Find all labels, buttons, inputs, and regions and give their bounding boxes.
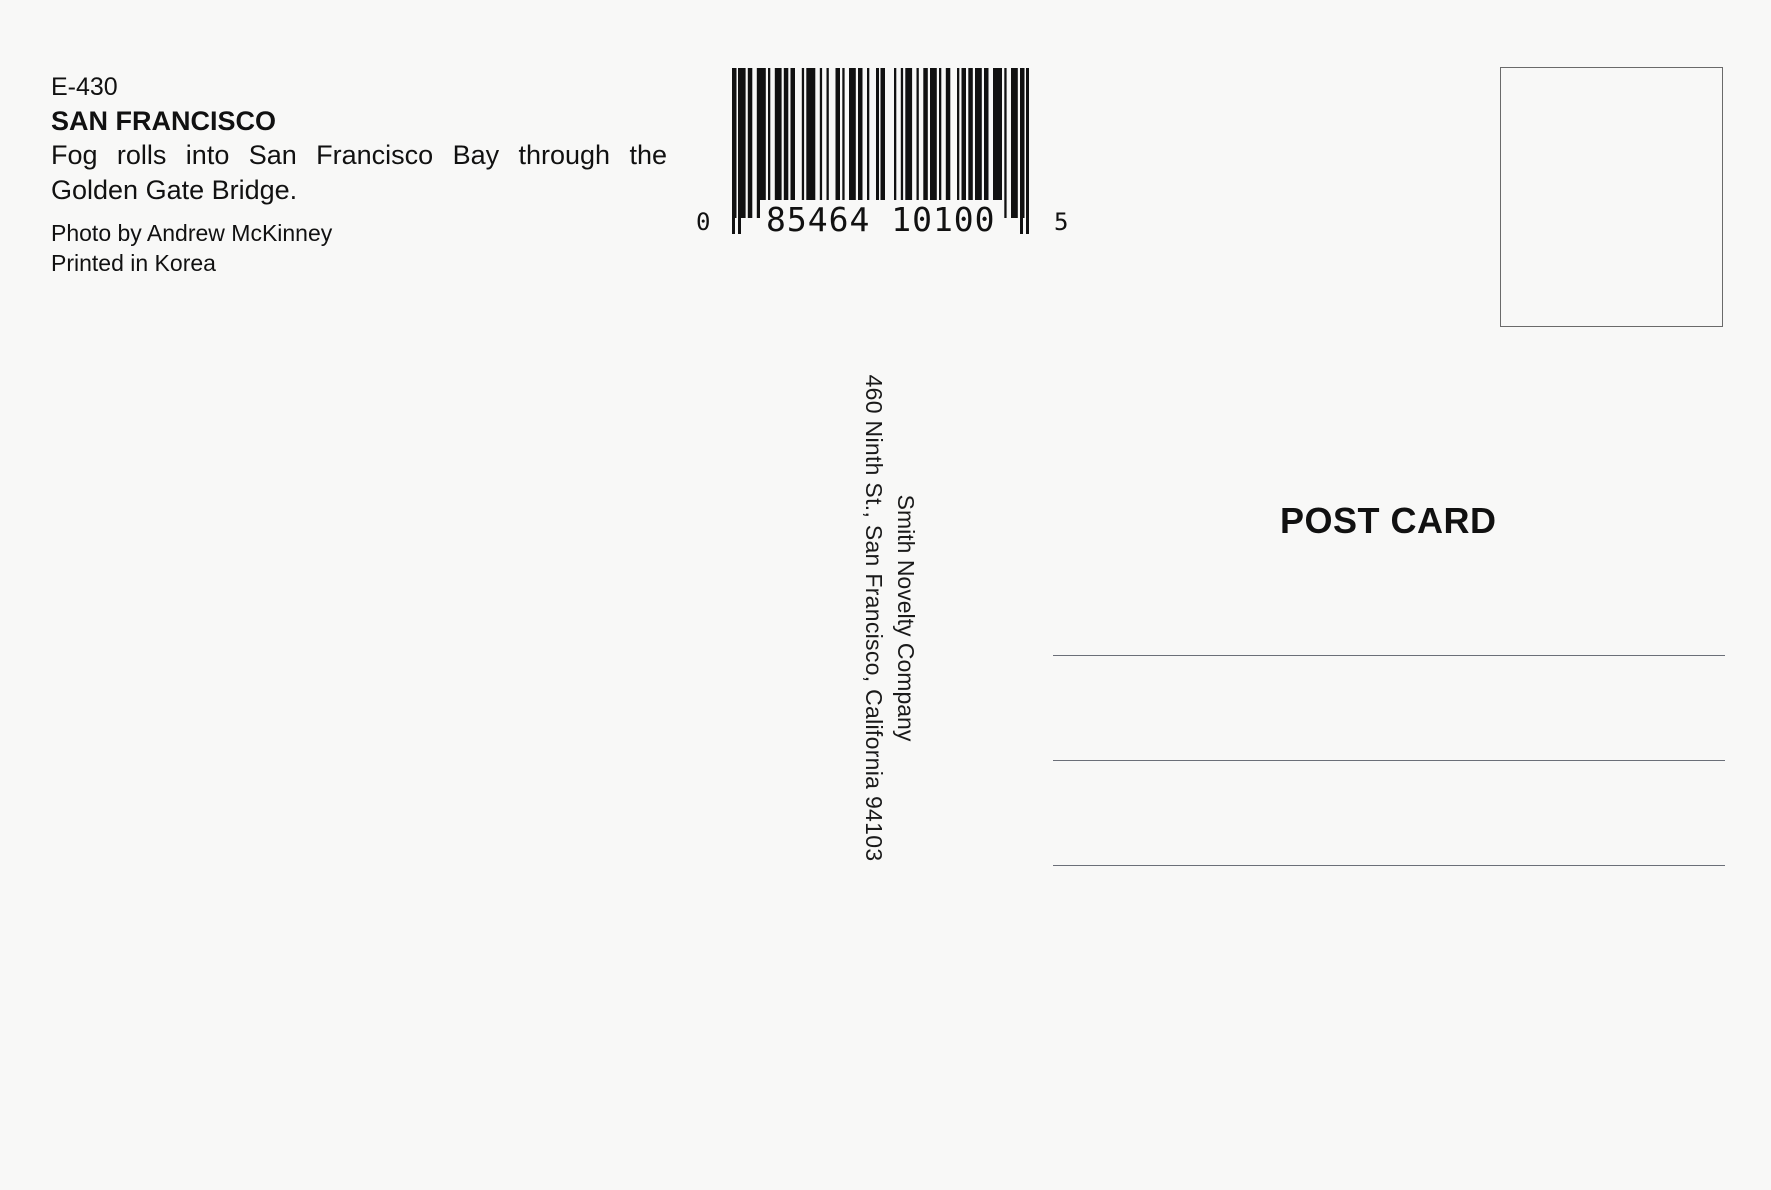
barcode-bar	[894, 68, 897, 218]
postcard-heading: POST CARD	[1280, 500, 1497, 541]
barcode-bar	[975, 68, 982, 218]
caption-block: E-430 SAN FRANCISCO Fog rolls into San F…	[51, 70, 667, 278]
barcode-bar	[842, 68, 845, 218]
barcode-bar	[945, 68, 951, 218]
barcode-bar	[826, 68, 829, 218]
barcode-bar	[900, 68, 904, 218]
barcode-bar	[768, 68, 771, 218]
barcode-bar	[984, 68, 989, 218]
barcode-bar	[939, 68, 942, 218]
barcode-bar	[1004, 68, 1007, 218]
barcode-bar	[930, 68, 937, 218]
barcode-bar	[783, 68, 789, 218]
barcode-bar	[923, 68, 928, 218]
barcode-bar	[905, 68, 913, 218]
barcode-bar	[957, 68, 960, 218]
barcode-bar	[961, 68, 966, 218]
barcode-bar	[968, 68, 973, 218]
credits: Photo by Andrew McKinney Printed in Kore…	[51, 218, 667, 278]
barcode-bar	[867, 68, 870, 218]
barcode-bar	[1011, 68, 1018, 218]
upc-barcode: 0 85464 10100 5	[690, 68, 1070, 244]
card-title: SAN FRANCISCO	[51, 106, 277, 136]
photo-credit: Photo by Andrew McKinney	[51, 220, 333, 246]
barcode-bar	[747, 68, 753, 218]
barcode-guard-bar	[732, 68, 735, 234]
address-line	[1053, 865, 1725, 866]
barcode-guard-bar	[738, 68, 741, 234]
barcode-bar	[849, 68, 856, 218]
printed-in: Printed in Korea	[51, 250, 216, 276]
address-line	[1053, 760, 1725, 761]
publisher-info: Smith Novelty Company 460 Ninth St., San…	[842, 318, 922, 918]
barcode-guard-bar	[1020, 68, 1023, 234]
barcode-bar	[993, 68, 1002, 218]
barcode-bar	[835, 68, 840, 218]
postcard-back: E-430 SAN FRANCISCO Fog rolls into San F…	[0, 0, 1771, 1190]
barcode-lead-digit: 0	[696, 208, 711, 236]
barcode-bar	[916, 68, 919, 218]
publisher-address: 460 Ninth St., San Francisco, California…	[861, 374, 887, 862]
barcode-trail-digit: 5	[1054, 208, 1069, 236]
barcode-bar	[801, 68, 805, 218]
card-description: Fog rolls into San Francisco Bay through…	[51, 140, 667, 205]
barcode-bar	[774, 68, 782, 218]
barcode-main-digits: 85464 10100	[760, 200, 1002, 239]
card-code: E-430	[51, 73, 118, 101]
barcode-bar	[806, 68, 816, 218]
barcode-bar	[790, 68, 795, 218]
publisher-name: Smith Novelty Company	[893, 494, 919, 742]
stamp-box	[1500, 67, 1723, 327]
address-line	[1053, 655, 1725, 656]
barcode-guard-bar	[1026, 68, 1029, 234]
barcode-bar	[756, 68, 766, 218]
barcode-bar	[858, 68, 863, 218]
barcode-bar	[819, 68, 823, 218]
